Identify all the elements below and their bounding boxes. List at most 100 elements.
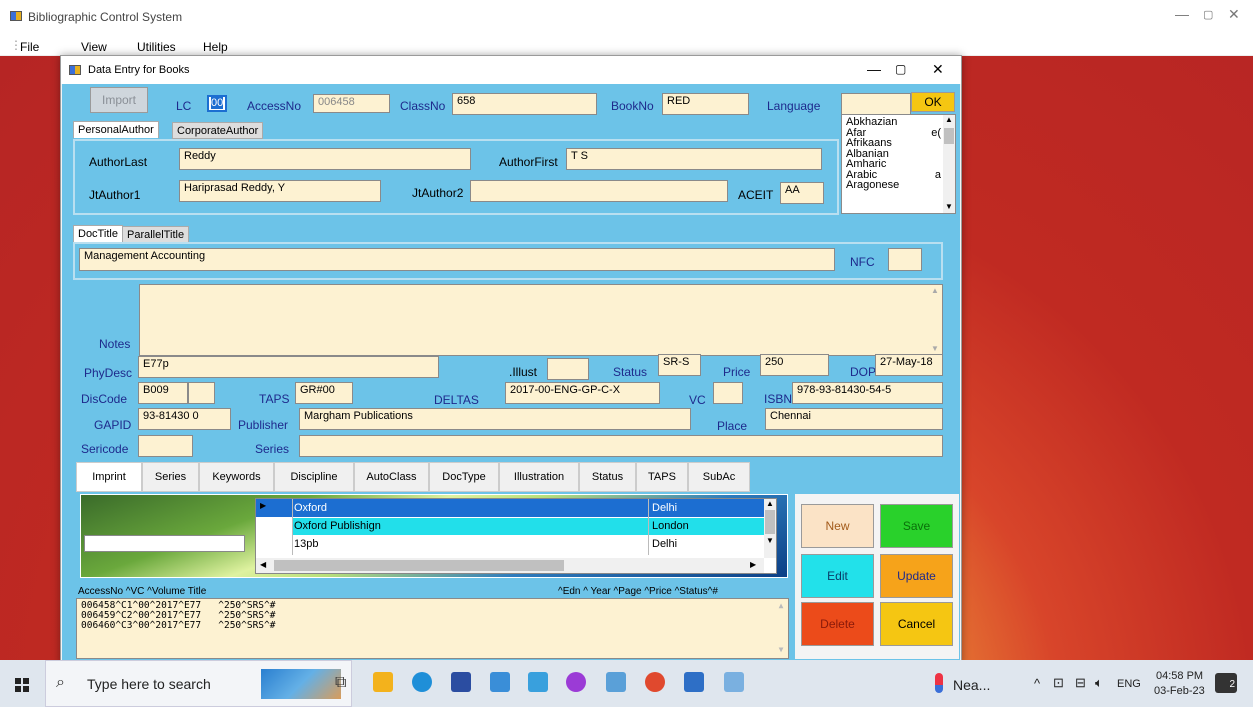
dialog-minimize-icon[interactable]: —	[867, 61, 881, 77]
vc-label: VC	[689, 393, 706, 407]
language-indicator[interactable]: ENG	[1117, 678, 1141, 690]
menu-view[interactable]: View	[81, 40, 107, 54]
imprint-hscrollbar[interactable]: ◀ ▶	[256, 558, 764, 573]
bookno-field[interactable]: RED	[662, 93, 749, 115]
tab-autoclass[interactable]: AutoClass	[354, 462, 429, 492]
tab-taps[interactable]: TAPS	[636, 462, 688, 492]
dialog-close-icon[interactable]: ✕	[932, 61, 944, 78]
table-row[interactable]: Oxford Publishign London	[292, 518, 764, 535]
bcs-taskbar-icon[interactable]	[684, 672, 704, 692]
authorlast-field[interactable]: Reddy	[179, 148, 471, 170]
language-scrollbar[interactable]: ▲ ▼	[943, 115, 955, 213]
taskbar-search-box[interactable]: ⌕ Type here to search	[45, 660, 352, 707]
imprint-grid[interactable]: ▶ Oxford Delhi Oxford Publishign London …	[255, 498, 777, 574]
word-icon[interactable]	[724, 672, 744, 692]
taps-field[interactable]: GR#00	[295, 382, 353, 404]
place-field[interactable]: Chennai	[765, 408, 943, 430]
tab-keywords[interactable]: Keywords	[199, 462, 274, 492]
tab-discipline[interactable]: Discipline	[274, 462, 354, 492]
phydesc-field[interactable]: E77p	[138, 356, 439, 378]
wps-icon[interactable]	[566, 672, 586, 692]
tab-personal-author[interactable]: PersonalAuthor	[73, 121, 159, 138]
volume-icon[interactable]: 🔈︎	[1095, 675, 1103, 691]
imprint-vscrollbar[interactable]: ▲ ▼	[764, 499, 776, 558]
records-list[interactable]: 006458^C1^00^2017^E77 ^250^SRS^# 006459^…	[76, 598, 789, 659]
tab-illustration[interactable]: Illustration	[499, 462, 579, 492]
file-explorer-icon[interactable]	[373, 672, 393, 692]
delete-button[interactable]: Delete	[801, 602, 874, 646]
notification-icon[interactable]: 2	[1215, 673, 1237, 693]
ok-button[interactable]: OK	[911, 92, 955, 112]
imprint-search-input[interactable]	[84, 535, 245, 552]
notes-scrollbar[interactable]: ▲ ▼	[928, 285, 942, 355]
tab-subac[interactable]: SubAc	[688, 462, 750, 492]
illust-field[interactable]	[547, 358, 589, 380]
accessno-field[interactable]: 006458	[313, 94, 390, 113]
tab-doctype[interactable]: DocType	[429, 462, 499, 492]
publisher-field[interactable]: Margham Publications	[299, 408, 691, 430]
network-icon[interactable]: ⊟	[1075, 675, 1086, 691]
minimize-icon[interactable]: —	[1175, 6, 1189, 22]
weather-text[interactable]: Nea...	[953, 677, 990, 693]
import-button[interactable]: Import	[90, 87, 148, 113]
search-highlight-image	[261, 669, 341, 699]
menu-help[interactable]: Help	[203, 40, 228, 54]
language-item[interactable]: Aragonese	[846, 180, 951, 191]
price-field[interactable]: 250	[760, 354, 829, 376]
start-windows-icon[interactable]	[15, 678, 29, 692]
authorfirst-field[interactable]: T S	[566, 148, 822, 170]
language-field[interactable]	[841, 93, 911, 115]
isbn-field[interactable]: 978-93-81430-54-5	[792, 382, 943, 404]
cancel-button[interactable]: Cancel	[880, 602, 953, 646]
jtauthor2-field[interactable]	[470, 180, 728, 202]
records-scrollbar[interactable]: ▲ ▼	[776, 601, 786, 656]
tab-doctitle[interactable]: DocTitle	[73, 225, 123, 242]
dop-field[interactable]: 27-May-18	[875, 354, 943, 376]
jtauthor1-field[interactable]: Hariprasad Reddy, Y	[179, 180, 381, 202]
doctitle-field[interactable]: Management Accounting	[79, 248, 835, 271]
close-icon[interactable]: ✕	[1228, 6, 1240, 23]
lc-field[interactable]: 00	[207, 95, 227, 112]
tab-corporate-author[interactable]: CorporateAuthor	[172, 122, 264, 139]
nfc-field[interactable]	[888, 248, 922, 271]
tab-paralleltitle[interactable]: ParallelTitle	[122, 226, 190, 243]
classno-field[interactable]: 658	[452, 93, 597, 115]
chrome-icon[interactable]	[645, 672, 665, 692]
tab-status[interactable]: Status	[579, 462, 636, 492]
tab-imprint[interactable]: Imprint	[76, 462, 142, 492]
status-field[interactable]: SR-S	[658, 354, 701, 376]
vc-field[interactable]	[713, 382, 743, 404]
notes-field[interactable]	[139, 284, 943, 356]
menu-utilities[interactable]: Utilities	[137, 40, 176, 54]
update-button[interactable]: Update	[880, 554, 953, 598]
edge-icon[interactable]	[412, 672, 432, 692]
weather-icon[interactable]	[935, 673, 943, 693]
discode-field[interactable]: B009	[138, 382, 188, 404]
app-icon-blue[interactable]	[528, 672, 548, 692]
language-list[interactable]: Abkhazian Afar e( Afrikaans Albanian Amha…	[841, 114, 956, 214]
edit-button[interactable]: Edit	[801, 554, 874, 598]
mail-icon[interactable]	[490, 672, 510, 692]
table-row[interactable]: ▶ Oxford Delhi	[256, 499, 764, 517]
discode-extra-field[interactable]	[188, 382, 215, 404]
app-icon-window[interactable]	[606, 672, 626, 692]
grid-divider	[648, 499, 649, 555]
save-button[interactable]: Save	[880, 504, 953, 548]
tray-chevron-icon[interactable]: ^	[1034, 676, 1040, 691]
aceit-field[interactable]: AA	[780, 182, 824, 204]
clock-time[interactable]: 04:58 PM	[1156, 670, 1203, 682]
battery-icon[interactable]: ⊡	[1053, 675, 1064, 691]
maximize-icon[interactable]: ▢	[1203, 8, 1213, 21]
tab-series[interactable]: Series	[142, 462, 199, 492]
series-field[interactable]	[299, 435, 943, 457]
gapid-field[interactable]: 93-81430 0	[138, 408, 231, 430]
task-view-icon[interactable]: ⧉	[335, 674, 346, 692]
deltas-field[interactable]: 2017-00-ENG-GP-C-X	[505, 382, 660, 404]
menu-file[interactable]: File	[20, 40, 39, 54]
clock-date[interactable]: 03-Feb-23	[1154, 685, 1205, 697]
store-icon[interactable]	[451, 672, 471, 692]
new-button[interactable]: New	[801, 504, 874, 548]
sericode-field[interactable]	[138, 435, 193, 457]
dialog-maximize-icon[interactable]: ▢	[895, 62, 906, 76]
table-row[interactable]: 13pb Delhi	[292, 536, 764, 553]
